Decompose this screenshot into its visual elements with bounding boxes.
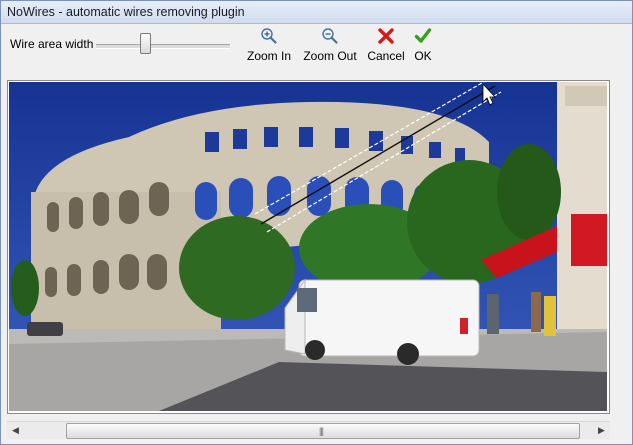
- wire-area-width-label: Wire area width: [10, 37, 94, 51]
- title-bar[interactable]: NoWires - automatic wires removing plugi…: [1, 1, 632, 24]
- slider-track[interactable]: [96, 44, 230, 49]
- zoom-out-button[interactable]: Zoom Out: [300, 27, 360, 73]
- window-title: NoWires - automatic wires removing plugi…: [7, 5, 245, 19]
- image-preview[interactable]: [7, 80, 610, 414]
- toolbar: Wire area width Zoom In Zoom Out Cancel …: [1, 24, 632, 76]
- scrollbar-grip: |||: [319, 426, 324, 436]
- colosseum-photo: [9, 82, 607, 411]
- zoom-in-button[interactable]: Zoom In: [244, 27, 294, 73]
- zoom-in-label: Zoom In: [246, 49, 291, 63]
- cancel-label: Cancel: [367, 49, 405, 63]
- dialog-window: NoWires - automatic wires removing plugi…: [0, 0, 633, 445]
- horizontal-scrollbar[interactable]: ◀ ||| ▶: [7, 421, 610, 439]
- ok-button[interactable]: OK: [410, 27, 436, 73]
- scroll-left-arrow-icon[interactable]: ◀: [7, 422, 24, 439]
- slider-thumb[interactable]: [140, 33, 151, 54]
- zoom-out-icon: [322, 28, 338, 44]
- cancel-button[interactable]: Cancel: [365, 27, 407, 73]
- scrollbar-thumb[interactable]: |||: [66, 423, 580, 439]
- ok-label: OK: [414, 49, 432, 63]
- zoom-out-label: Zoom Out: [303, 49, 357, 63]
- scroll-right-arrow-icon[interactable]: ▶: [593, 422, 610, 439]
- check-icon: [414, 28, 432, 43]
- zoom-in-icon: [261, 28, 277, 44]
- wire-area-width-slider[interactable]: [96, 32, 230, 60]
- cancel-icon: [378, 28, 394, 44]
